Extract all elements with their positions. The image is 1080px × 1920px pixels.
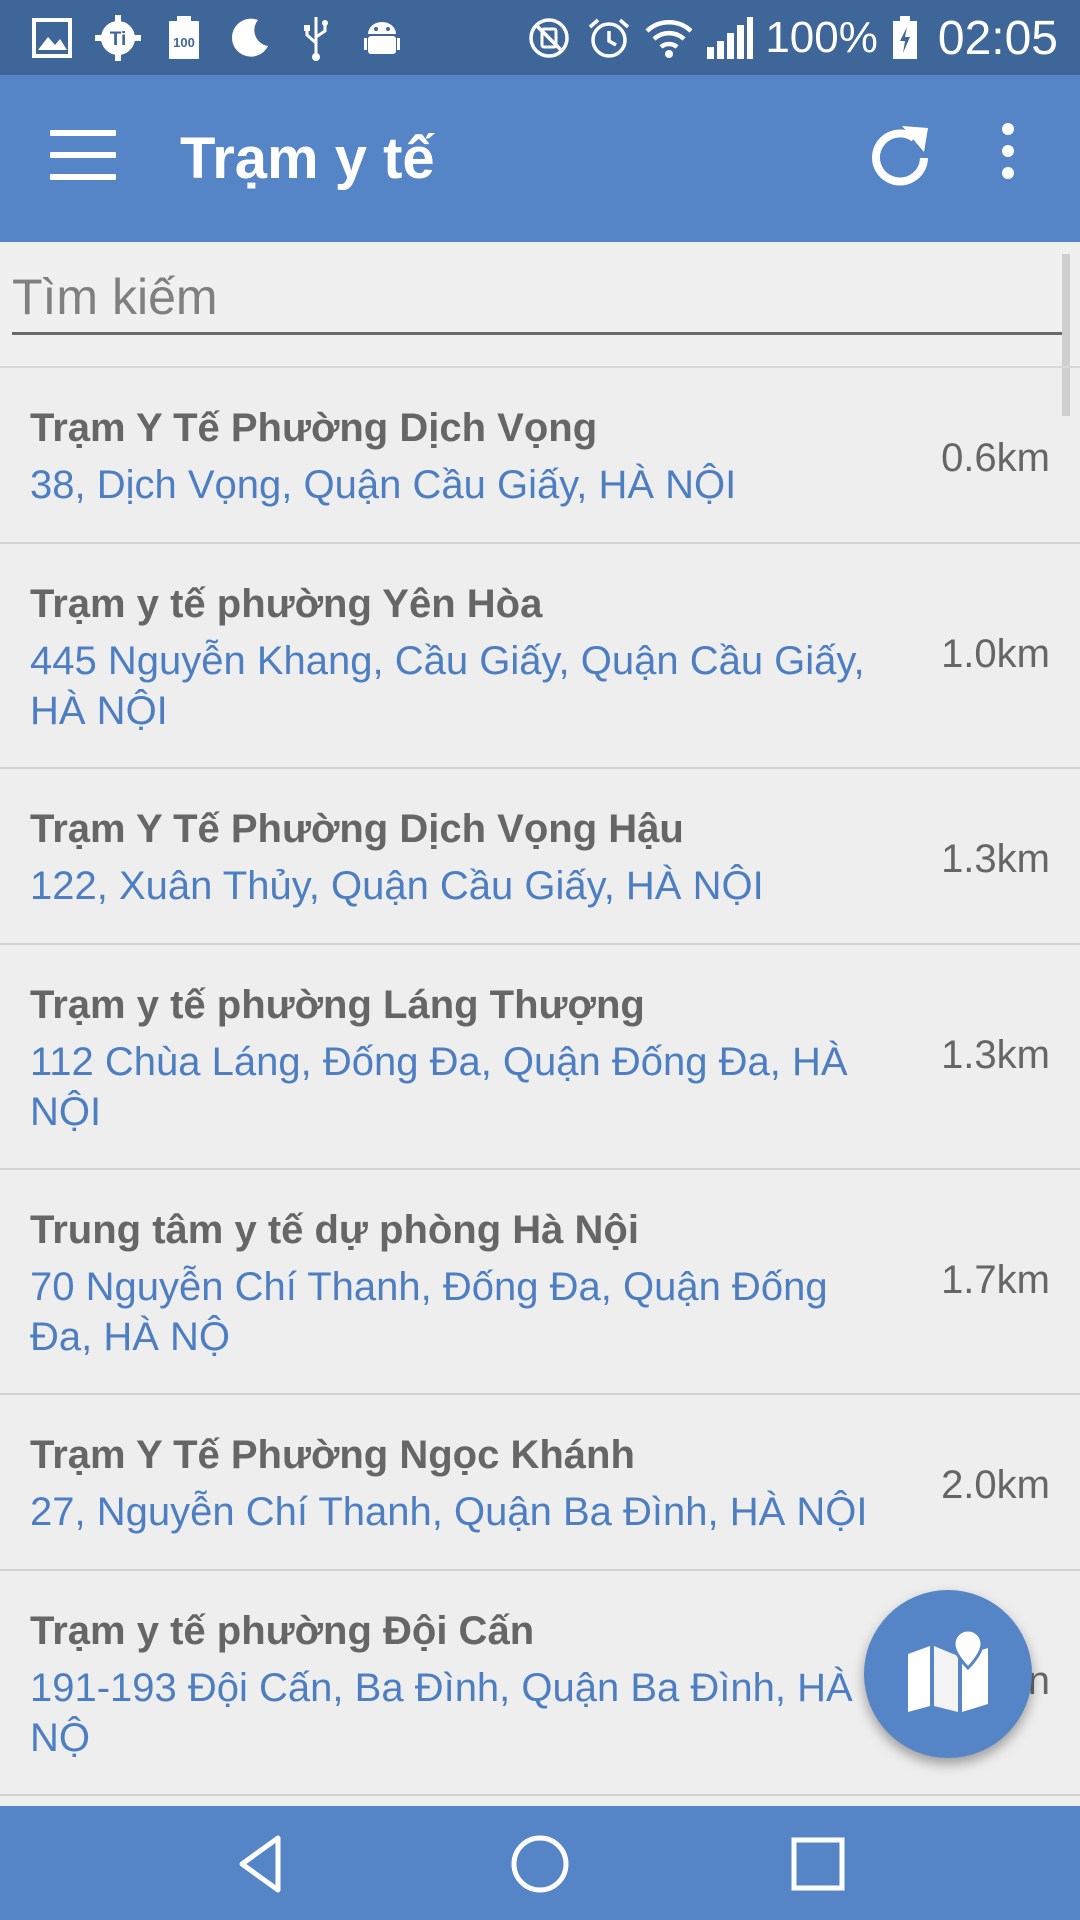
menu-icon[interactable] [50,130,116,186]
page-title: Trạm y tế [180,126,435,191]
status-bar: Ti 100 100% 02:05 [0,0,1080,75]
station-address: 191-193 Đội Cấn, Ba Đình, Quận Ba Đình, … [30,1666,853,1760]
station-address: 445 Nguyễn Khang, Cầu Giấy, Quận Cầu Giấ… [30,639,865,733]
status-left-icons: Ti 100 [28,12,406,64]
station-distance: 1.3km [941,1033,1050,1077]
home-icon[interactable] [508,1832,572,1896]
search-input[interactable] [12,262,1068,335]
health-station-list: Trạm Y Tế Phường Dịch Vọng 38, Dịch Vọng… [0,368,1080,1796]
alarm-icon [585,14,633,62]
android-debug-icon [358,14,406,62]
status-time: 02:05 [937,11,1058,65]
wifi-icon [645,14,693,62]
station-distance: 0.6km [941,436,1050,480]
list-item[interactable]: Trạm y tế phường Láng Thượng 112 Chùa Lá… [0,945,1080,1170]
signal-icon [705,14,754,62]
battery-percent: 100% [765,13,878,62]
ti-settings-icon: Ti [94,14,142,62]
station-distance: 2.0km [941,1463,1050,1507]
list-item[interactable]: Trạm Y Tế Phường Dịch Vọng 38, Dịch Vọng… [0,368,1080,544]
station-address: 70 Nguyễn Chí Thanh, Đống Đa, Quận Đống … [30,1265,828,1359]
moon-icon [226,14,274,62]
battery-saver-icon: 100 [160,14,208,62]
usb-icon [292,14,340,62]
mute-icon [525,14,573,62]
station-distance: 1.0km [941,632,1050,676]
battery-icon [890,14,920,62]
station-address: 112 Chùa Láng, Đống Đa, Quận Đống Đa, HÀ… [30,1040,848,1134]
station-name: Trạm y tế phường Yên Hòa [30,582,543,626]
refresh-icon[interactable] [862,120,938,196]
list-item[interactable]: Trung tâm y tế dự phòng Hà Nội 70 Nguyễn… [0,1170,1080,1395]
station-address: 38, Dịch Vọng, Quận Cầu Giấy, HÀ NỘI [30,463,737,507]
map-button[interactable] [864,1590,1032,1758]
recents-icon[interactable] [786,1832,850,1896]
station-name: Trạm Y Tế Phường Ngọc Khánh [30,1433,635,1477]
station-name: Trạm y tế phường Đội Cấn [30,1609,535,1653]
station-name: Trạm Y Tế Phường Dịch Vọng Hậu [30,807,684,851]
station-name: Trạm Y Tế Phường Dịch Vọng [30,406,598,450]
svg-text:100: 100 [173,35,195,50]
system-nav-bar [0,1806,1080,1920]
list-item[interactable]: Trạm y tế phường Yên Hòa 445 Nguyễn Khan… [0,544,1080,769]
list-item[interactable]: Trạm Y Tế Phường Ngọc Khánh 27, Nguyễn C… [0,1395,1080,1571]
image-icon [28,14,76,62]
back-icon[interactable] [230,1832,294,1896]
map-icon [900,1624,996,1725]
search-bar [0,242,1080,367]
station-address: 27, Nguyễn Chí Thanh, Quận Ba Đình, HÀ N… [30,1490,868,1534]
station-name: Trạm y tế phường Láng Thượng [30,983,645,1027]
svg-text:Ti: Ti [110,29,127,50]
status-right-icons: 100% 02:05 [525,8,1058,68]
more-vert-icon[interactable] [988,123,1028,193]
station-address: 122, Xuân Thủy, Quận Cầu Giấy, HÀ NỘI [30,864,764,908]
station-distance: 1.7km [941,1258,1050,1302]
app-bar: Trạm y tế [0,75,1080,242]
station-name: Trung tâm y tế dự phòng Hà Nội [30,1208,639,1252]
station-distance: 1.3km [941,837,1050,881]
list-item[interactable]: Trạm Y Tế Phường Dịch Vọng Hậu 122, Xuân… [0,769,1080,945]
